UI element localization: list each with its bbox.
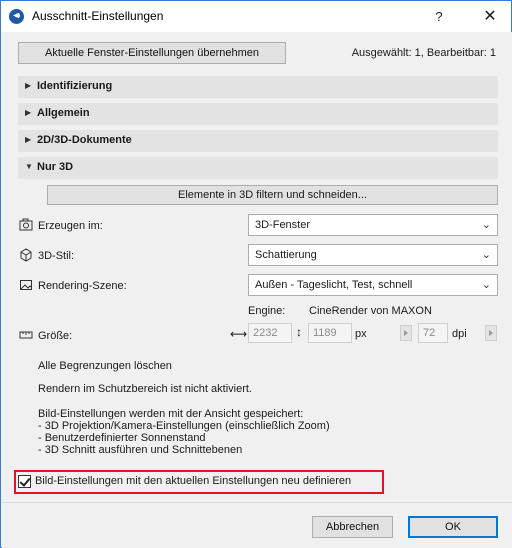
saved-settings-item: - 3D Projektion/Kamera-Einstellungen (ei…	[38, 420, 330, 432]
px-unit: px	[355, 328, 367, 340]
dpi-right-stepper-icon[interactable]	[485, 325, 497, 341]
title-bar: Ausschnitt-Einstellungen ? ✕	[1, 1, 511, 32]
saved-settings-item: - 3D Schnitt ausführen und Schnittebenen	[38, 444, 243, 456]
section-label: Allgemein	[37, 107, 90, 119]
chevron-down-icon: ⌄	[481, 279, 491, 291]
dpi-unit: dpi	[452, 328, 467, 340]
rendering-scene-select[interactable]: Außen - Tageslicht, Test, schnell ⌄	[248, 274, 498, 296]
apply-current-window-settings-button[interactable]: Aktuelle Fenster-Einstellungen übernehme…	[18, 42, 286, 64]
collapsed-arrow-icon: ▶	[25, 135, 32, 144]
chevron-down-icon: ⌄	[481, 249, 491, 261]
clear-bounds-text[interactable]: Alle Begrenzungen löschen	[38, 360, 172, 372]
camera-icon	[19, 218, 33, 231]
help-button[interactable]: ?	[429, 7, 449, 27]
ok-button[interactable]: OK	[408, 516, 498, 538]
size-label: Größe:	[38, 330, 73, 342]
filter-and-cut-elements-button[interactable]: Elemente in 3D filtern und schneiden...	[47, 185, 498, 205]
cube-icon	[20, 248, 32, 262]
3d-style-label: 3D-Stil:	[38, 250, 75, 262]
height-field[interactable]: 1189	[308, 323, 352, 343]
selection-status: Ausgewählt: 1, Bearbeitbar: 1	[351, 47, 496, 59]
redefine-settings-checkbox[interactable]	[18, 475, 31, 488]
footer-divider	[2, 502, 512, 503]
saved-settings-item: - Benutzerdefinierter Sonnenstand	[38, 432, 206, 444]
3d-style-select[interactable]: Schattierung ⌄	[248, 244, 498, 266]
collapsed-arrow-icon: ▶	[25, 108, 32, 117]
create-in-label: Erzeugen im:	[38, 220, 103, 232]
section-allgemein[interactable]: ▶ Allgemein	[18, 103, 498, 125]
create-in-select[interactable]: 3D-Fenster ⌄	[248, 214, 498, 236]
saved-settings-intro: Bild-Einstellungen werden mit der Ansich…	[38, 408, 304, 420]
rendering-scene-label: Rendering-Szene:	[38, 280, 127, 292]
archicad-app-icon	[9, 9, 24, 24]
section-label: Identifizierung	[37, 80, 113, 92]
width-arrow-icon: ⟷	[230, 327, 248, 341]
image-icon	[20, 280, 32, 290]
redefine-settings-label[interactable]: Bild-Einstellungen mit den aktuellen Ein…	[35, 475, 351, 487]
ruler-icon	[19, 331, 33, 339]
cancel-button[interactable]: Abbrechen	[312, 516, 393, 538]
expanded-arrow-icon: ▼	[25, 162, 33, 171]
window-title: Ausschnitt-Einstellungen	[32, 9, 164, 23]
dialog-content: Aktuelle Fenster-Einstellungen übernehme…	[2, 32, 512, 548]
select-value: Außen - Tageslicht, Test, schnell	[255, 279, 413, 291]
select-value: 3D-Fenster	[255, 219, 311, 231]
section-label: Nur 3D	[37, 161, 74, 173]
dialog-window: Ausschnitt-Einstellungen ? ✕ Aktuelle Fe…	[0, 0, 512, 548]
section-identifizierung[interactable]: ▶ Identifizierung	[18, 76, 498, 98]
dpi-field[interactable]: 72	[418, 323, 448, 343]
height-arrow-icon: ↕	[296, 325, 302, 339]
collapsed-arrow-icon: ▶	[25, 81, 32, 90]
width-field[interactable]: 2232	[248, 323, 292, 343]
chevron-down-icon: ⌄	[481, 219, 491, 231]
section-2d3d-dokumente[interactable]: ▶ 2D/3D-Dokumente	[18, 130, 498, 152]
close-button[interactable]: ✕	[479, 6, 501, 28]
marquee-note: Rendern im Schutzbereich ist nicht aktiv…	[38, 383, 252, 395]
section-label: 2D/3D-Dokumente	[37, 134, 132, 146]
engine-label: Engine:	[248, 305, 286, 317]
engine-value: CineRender von MAXON	[309, 305, 432, 317]
section-nur-3d[interactable]: ▼ Nur 3D	[18, 157, 498, 179]
select-value: Schattierung	[255, 249, 317, 261]
dpi-stepper-icon[interactable]	[400, 325, 412, 341]
